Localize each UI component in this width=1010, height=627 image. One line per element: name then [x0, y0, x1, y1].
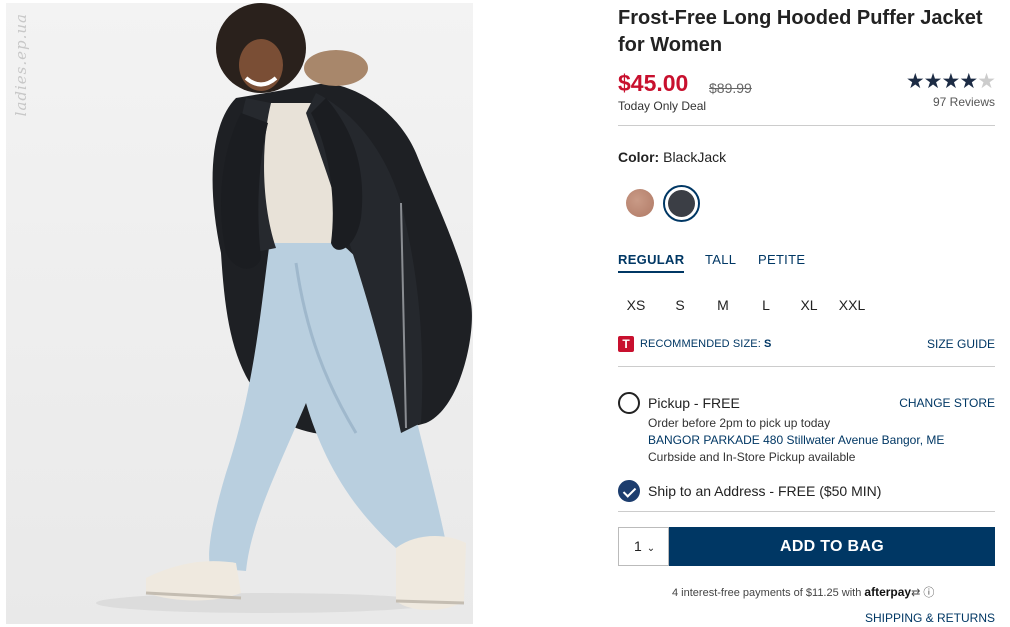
fit-tab-regular[interactable]: REGULAR	[618, 252, 685, 273]
ship-address-radio[interactable]	[618, 480, 640, 502]
shipping-returns-link[interactable]: SHIPPING & RETURNS	[865, 611, 995, 625]
color-swatch-blackjack[interactable]	[663, 185, 700, 222]
afterpay-text: 4 interest-free payments of $11.25 with	[672, 587, 862, 599]
afterpay-logo: afterpay	[864, 585, 912, 599]
recommended-size[interactable]: RECOMMENDED SIZE: S	[640, 338, 771, 350]
size-option-xs[interactable]: XS	[619, 297, 653, 313]
deal-label: Today Only Deal	[618, 99, 707, 113]
fit-tab-petite[interactable]: PETITE	[758, 252, 805, 267]
info-icon[interactable]: ⓘ	[923, 587, 934, 599]
divider	[618, 125, 995, 126]
size-option-s[interactable]: S	[663, 297, 697, 313]
original-price: $89.99	[709, 80, 752, 96]
size-option-xl[interactable]: XL	[792, 297, 826, 313]
reviews-link[interactable]: 97 Reviews	[933, 95, 995, 109]
product-title: Frost-Free Long Hooded Puffer Jacket for…	[618, 7, 983, 56]
divider	[618, 366, 995, 367]
color-label: Color: BlackJack	[618, 149, 726, 165]
afterpay-info: 4 interest-free payments of $11.25 with …	[672, 584, 934, 600]
size-option-m[interactable]: M	[706, 297, 740, 313]
recommended-size-value: S	[764, 338, 772, 350]
add-to-bag-button[interactable]: ADD TO BAG	[669, 527, 995, 566]
star-empty-icon: ★	[977, 70, 996, 93]
watermark-text: ladies.ep.ua	[12, 13, 30, 117]
star-rating[interactable]: ★★★★★	[905, 69, 996, 94]
fit-tab-tall[interactable]: TALL	[705, 252, 736, 267]
afterpay-arrows-icon: ⇄	[911, 587, 921, 599]
color-label-key: Color:	[618, 149, 660, 165]
size-guide-link[interactable]: SIZE GUIDE	[927, 337, 995, 351]
color-value: BlackJack	[663, 149, 727, 165]
divider	[618, 511, 995, 512]
size-option-l[interactable]: L	[749, 297, 783, 313]
store-address-link[interactable]: BANGOR PARKADE 480 Stillwater Avenue Ban…	[648, 433, 944, 447]
chevron-down-icon: ⌄	[646, 543, 656, 554]
sale-price: $45.00	[618, 70, 689, 96]
change-store-link[interactable]: CHANGE STORE	[899, 396, 995, 410]
ship-address-label: Ship to an Address - FREE ($50 MIN)	[648, 483, 882, 499]
quantity-select[interactable]: 1 ⌄	[618, 527, 669, 566]
color-swatch-tan[interactable]	[626, 189, 654, 217]
recommended-size-label: RECOMMENDED SIZE:	[640, 338, 761, 350]
product-page: ladies.ep.ua Frost-Free Long Hooded Puff…	[0, 0, 1010, 627]
pickup-note: Order before 2pm to pick up today	[648, 416, 831, 430]
quantity-value: 1	[634, 538, 642, 554]
true-fit-icon: T	[618, 336, 634, 352]
model-photo	[96, 3, 472, 613]
product-image[interactable]: ladies.ep.ua	[6, 3, 473, 624]
star-icon: ★★★★	[905, 70, 978, 93]
pickup-availability: Curbside and In-Store Pickup available	[648, 450, 856, 464]
pickup-label: Pickup - FREE	[648, 395, 740, 411]
pickup-radio[interactable]	[618, 392, 640, 414]
size-option-xxl[interactable]: XXL	[835, 297, 869, 313]
